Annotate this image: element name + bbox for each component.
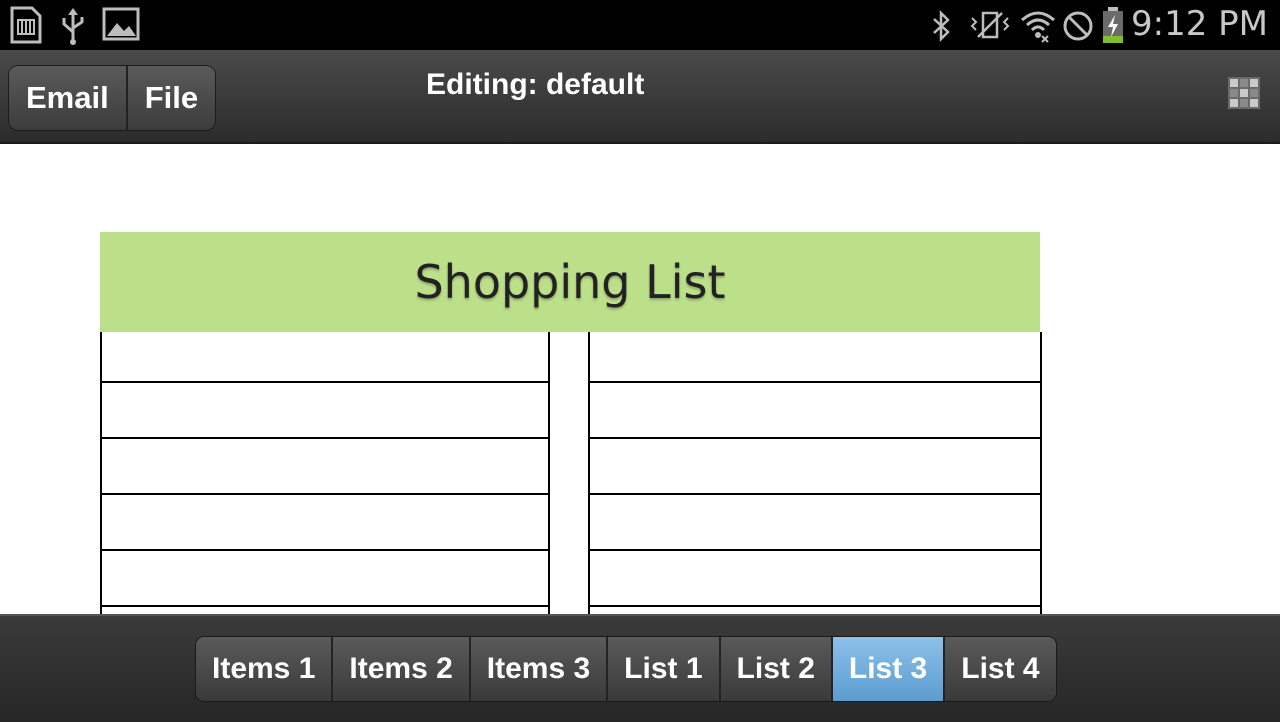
status-bar: 9:12 PM: [0, 0, 1280, 50]
usb-icon: [58, 6, 88, 51]
list-row[interactable]: [590, 439, 1040, 495]
tab-items-2[interactable]: Items 2: [333, 637, 471, 701]
list-title: Shopping List: [100, 232, 1040, 332]
tab-items-3[interactable]: Items 3: [470, 637, 609, 701]
tab-list-1[interactable]: List 1: [608, 637, 721, 701]
list-canvas: Shopping List: [0, 144, 1280, 614]
do-not-disturb-icon: [1062, 10, 1094, 47]
list-row[interactable]: [590, 551, 1040, 607]
email-button[interactable]: Email: [9, 66, 128, 130]
toolbar-button-group: Email File: [8, 65, 217, 131]
tab-list-2[interactable]: List 2: [720, 637, 833, 701]
battery-charging-icon: [1100, 6, 1126, 49]
sd-card-icon: [8, 6, 42, 49]
list-row[interactable]: [102, 383, 548, 439]
file-button[interactable]: File: [127, 66, 216, 130]
list-row[interactable]: [102, 551, 548, 607]
tab-items-1[interactable]: Items 1: [196, 637, 334, 701]
bluetooth-icon: [930, 9, 952, 47]
tab-group: Items 1 Items 2 Items 3 List 1 List 2 Li…: [195, 636, 1057, 702]
list-row[interactable]: [590, 332, 1040, 383]
list-column-right: [588, 332, 1042, 614]
list-row[interactable]: [102, 607, 548, 614]
wifi-icon: [1018, 6, 1058, 49]
list-row[interactable]: [102, 332, 548, 383]
bottom-tab-bar: Items 1 Items 2 Items 3 List 1 List 2 Li…: [0, 614, 1280, 722]
editing-title: Editing: default: [426, 68, 645, 101]
action-bar: Email File Editing: default: [0, 50, 1280, 144]
list-row[interactable]: [590, 383, 1040, 439]
list-row[interactable]: [102, 439, 548, 495]
tab-list-4[interactable]: List 4: [945, 637, 1056, 701]
list-column-left: [100, 332, 550, 614]
vibrate-icon: [970, 10, 1010, 45]
list-row[interactable]: [102, 495, 548, 551]
grid-icon[interactable]: [1227, 76, 1261, 115]
clock: 9:12 PM: [1131, 4, 1268, 44]
list-row[interactable]: [590, 607, 1040, 614]
list-row[interactable]: [590, 495, 1040, 551]
tab-list-3[interactable]: List 3: [832, 637, 946, 701]
picture-icon: [102, 6, 140, 47]
